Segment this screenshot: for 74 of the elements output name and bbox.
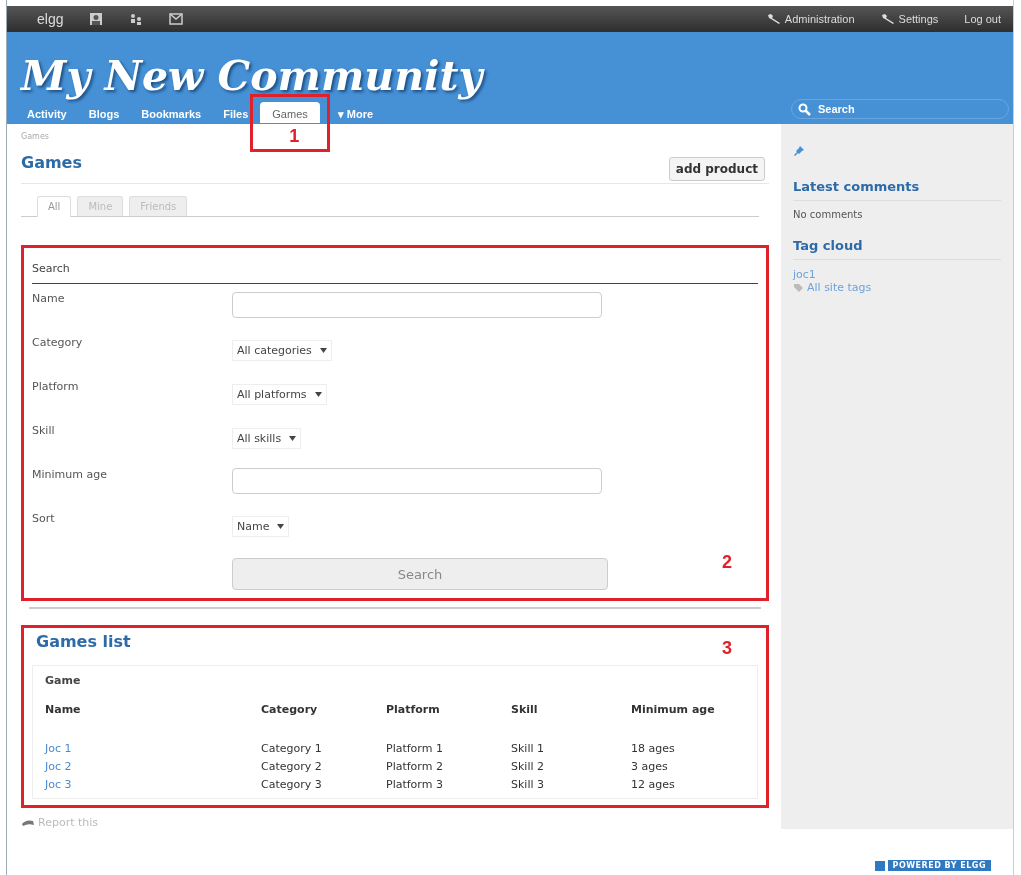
section-title: Games list [36,632,131,651]
top-bar-link[interactable]: Administration [784,13,855,25]
dropdown[interactable]: All skills [232,428,302,449]
filter-tab[interactable]: All [37,196,72,217]
nav-tab[interactable]: Bookmarks [131,104,212,123]
table-cell-text: Skill 2 [511,759,546,775]
table-cell-text: Category 3 [261,777,323,793]
flag-icon [21,817,35,828]
page-title: Games [21,152,82,172]
caret-icon [319,348,327,353]
caret-icon [314,392,322,397]
column-header: Minimum age [631,703,716,718]
add-product-button[interactable]: add product [668,157,765,181]
dropdown[interactable]: All platforms [232,384,327,405]
nav-tab[interactable]: Games [260,102,320,123]
field-label: Sort [32,511,56,525]
nav-tab[interactable]: ▾ More [327,104,384,124]
search-button[interactable]: Search [232,558,608,590]
table-cell-text: 18 ages [631,741,676,757]
top-bar-link[interactable]: Log out [964,13,1001,25]
field-label: Category [32,335,84,349]
tag-link[interactable]: joc1 [793,268,1001,281]
form-title: Search [32,254,758,284]
annotation-number: 3 [722,638,732,659]
field-label: Name [32,291,66,305]
annotation-number: 2 [722,552,732,573]
sidebar-heading: Tag cloud [793,238,1001,260]
caret-icon [289,436,297,441]
table-cell-text: Category 2 [261,759,323,775]
table-cell-text: Platform 3 [386,777,444,793]
dropdown[interactable]: All categories [232,340,332,361]
wrench-icon [880,13,895,25]
wrench-icon [766,13,781,25]
annotation-number: 1 [289,126,300,147]
mail-icon[interactable] [169,13,184,25]
text-field[interactable] [232,468,602,494]
field-label: Minimum age [32,467,108,481]
game-link[interactable]: Joc 3 [45,776,261,794]
column-header: Skill [511,703,539,718]
profile-icon[interactable] [89,12,104,26]
site-title: My New Community [21,52,483,100]
search-icon [798,103,811,116]
table-cell-text: 3 ages [631,759,669,775]
nav-tab[interactable]: Blogs [78,104,130,123]
sidebar-text: No comments [793,209,864,220]
top-bar-link[interactable]: Settings [898,13,939,25]
game-link[interactable]: Joc 1 [45,740,261,758]
table-caption: Game [45,674,82,687]
table-cell-text: Platform 1 [386,741,444,757]
column-header: Name [45,703,82,718]
table-cell-text: Skill 3 [511,777,546,793]
table-cell-text: 12 ages [631,777,676,793]
site-logo[interactable]: elgg [37,11,64,27]
table-cell-text: Skill 1 [511,741,546,757]
search-field[interactable]: Search [791,99,1009,119]
column-header: Platform [386,703,441,718]
field-label: Skill [32,423,56,437]
field-label: Platform [32,379,80,393]
nav-tab[interactable]: Activity [17,104,77,123]
text-field[interactable] [232,292,602,318]
tag-icon [793,282,804,293]
column-header: Category [261,703,319,718]
dropdown[interactable]: Name [232,516,290,537]
game-link[interactable]: Joc 2 [45,758,261,776]
caret-icon [277,524,285,529]
table-cell-text: Category 1 [261,741,323,757]
pin-icon [793,145,805,157]
friends-icon[interactable] [129,12,144,26]
table-cell-text: Platform 2 [386,759,444,775]
nav-tab[interactable]: Files [213,104,259,123]
sidebar-heading: Latest comments [793,179,1001,201]
all-tags-link[interactable]: All site tags [807,281,872,294]
report-link[interactable]: Report this [38,816,99,829]
breadcrumb[interactable]: Games [21,132,49,141]
